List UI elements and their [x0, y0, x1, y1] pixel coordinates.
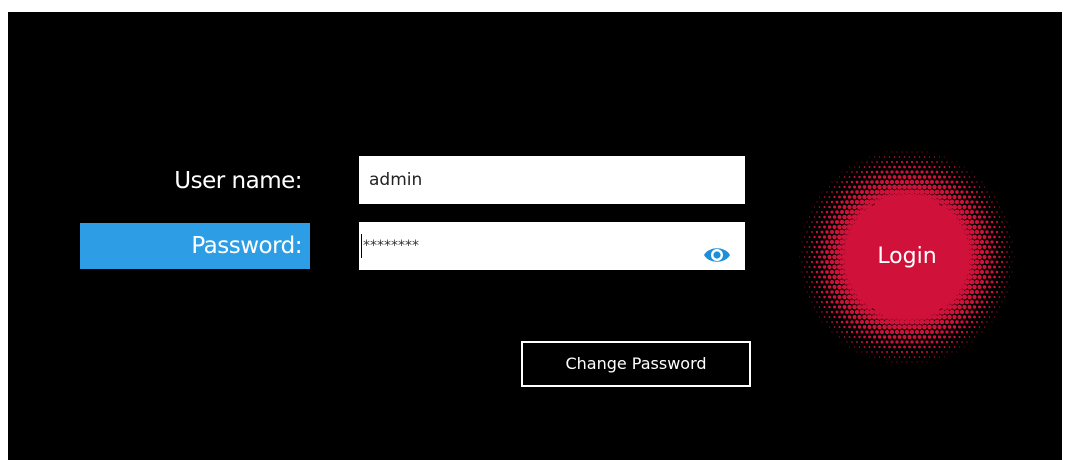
- text-caret: [361, 234, 362, 258]
- username-field[interactable]: admin: [359, 156, 745, 204]
- password-label: Password:: [80, 223, 310, 269]
- username-value: admin: [369, 170, 423, 190]
- password-field[interactable]: ********: [359, 222, 745, 270]
- login-label: Login: [877, 244, 937, 269]
- username-label: User name:: [174, 168, 302, 194]
- change-password-button[interactable]: Change Password: [521, 341, 751, 387]
- login-button[interactable]: Login: [792, 142, 1022, 372]
- login-panel: User name: Password: admin ******** Chan…: [8, 12, 1062, 460]
- eye-icon[interactable]: [703, 236, 731, 262]
- password-value: ********: [363, 238, 419, 254]
- top-strip: [0, 0, 1070, 12]
